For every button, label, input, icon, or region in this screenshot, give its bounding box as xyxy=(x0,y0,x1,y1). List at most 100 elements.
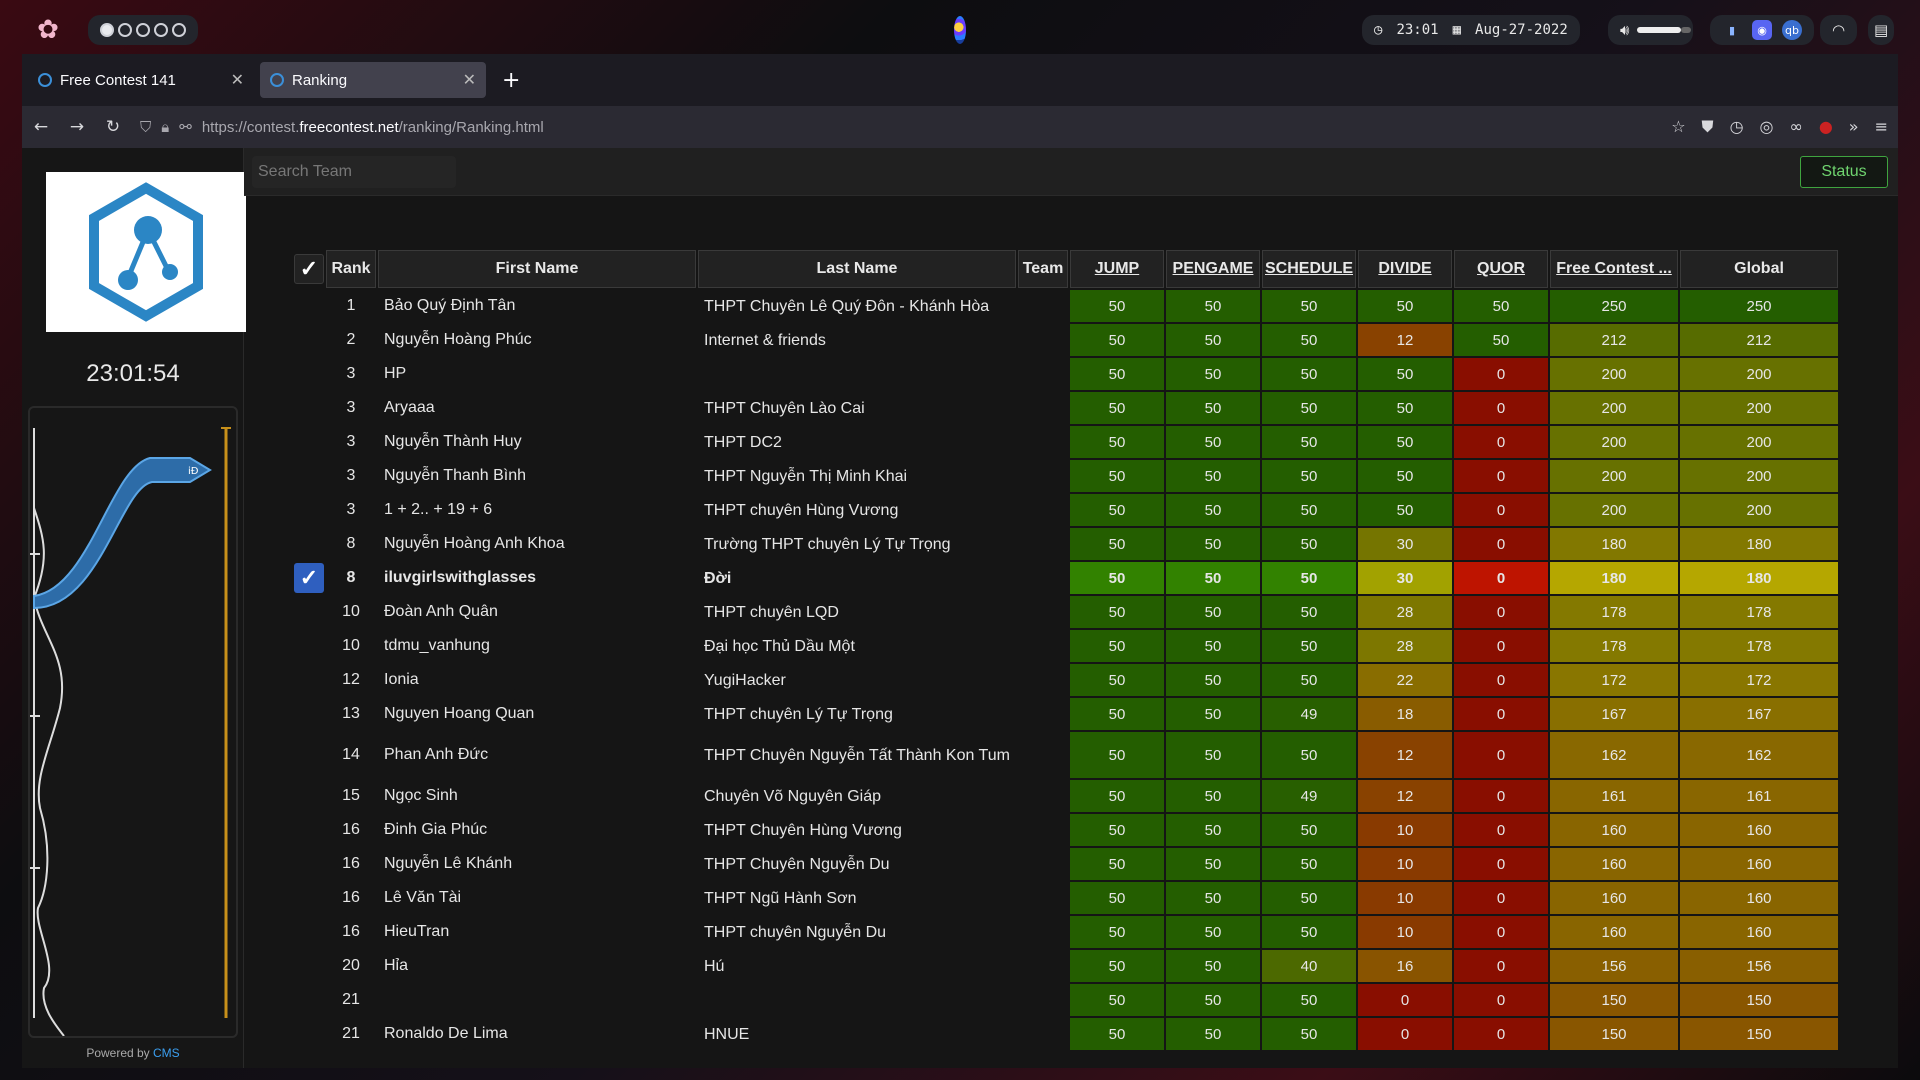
reload-icon[interactable]: ↻ xyxy=(104,117,122,137)
table-row[interactable]: 13 Nguyen Hoang Quan THPT chuyên Lý Tự Trọ… xyxy=(294,698,1839,730)
task-header-quor[interactable]: QUOR xyxy=(1454,250,1549,288)
table-row[interactable]: ✓ 8 iluvgirlswithglasses Đời 50 50 50 30 0 180 180 xyxy=(294,562,1839,594)
table-row[interactable]: 20 Hỉa Hú 50 50 40 16 0 156 156 xyxy=(294,950,1839,982)
lock-icon[interactable]: 🔒︎ xyxy=(161,119,169,136)
row-checkbox[interactable] xyxy=(294,460,324,492)
workspace-dot-1[interactable] xyxy=(100,23,114,37)
row-checkbox[interactable] xyxy=(294,664,324,696)
new-tab-button[interactable]: + xyxy=(492,68,530,93)
wifi-icon[interactable]: ◠ xyxy=(1820,15,1858,45)
volume-widget[interactable]: 🔊︎ xyxy=(1608,15,1694,45)
table-row[interactable]: 16 HieuTran THPT chuyên Nguyễn Du 50 50 50 10 0… xyxy=(294,916,1839,948)
cms-link[interactable]: CMS xyxy=(153,1046,180,1060)
score-cell-divide: 30 xyxy=(1358,528,1453,560)
search-team-input[interactable] xyxy=(252,156,456,188)
pocket-icon[interactable]: ⛊ xyxy=(1702,117,1714,137)
table-row[interactable]: 3 1 + 2.. + 19 + 6 THPT chuyên Hùng Vương 5… xyxy=(294,494,1839,526)
row-checkbox[interactable] xyxy=(294,358,324,390)
row-checkbox[interactable] xyxy=(294,984,324,1016)
row-checkbox[interactable] xyxy=(294,848,324,880)
last-name-header[interactable]: Last Name xyxy=(698,250,1016,288)
contest-header[interactable]: Free Contest ... xyxy=(1550,250,1679,288)
row-checkbox[interactable] xyxy=(294,324,324,356)
score-cell-quor: 0 xyxy=(1454,984,1549,1016)
table-row[interactable]: 14 Phan Anh Đức THPT Chuyên Nguyễn Tất Thà… xyxy=(294,732,1839,778)
forward-icon[interactable]: → xyxy=(68,117,86,137)
select-all-checkbox[interactable]: ✓ xyxy=(294,254,324,284)
row-checkbox[interactable] xyxy=(294,950,324,982)
row-checkbox[interactable] xyxy=(294,780,324,812)
bookmark-star-icon[interactable]: ☆ xyxy=(1671,117,1685,137)
table-row[interactable]: 10 tdmu_vanhung Đại học Thủ Dầu Một 50 50 50 2… xyxy=(294,630,1839,662)
table-row[interactable]: 2 Nguyễn Hoàng Phúc Internet & friends 50 50… xyxy=(294,324,1839,356)
row-checkbox[interactable]: ✓ xyxy=(294,563,324,593)
task-header-jump[interactable]: JUMP xyxy=(1070,250,1164,288)
row-checkbox[interactable] xyxy=(294,392,324,424)
table-row[interactable]: 8 Nguyễn Hoàng Anh Khoa Trường THPT chuyên… xyxy=(294,528,1839,560)
qbittorrent-icon[interactable]: qb xyxy=(1782,20,1802,40)
shield-icon[interactable]: ⛉ xyxy=(140,119,151,136)
task-header-schedule[interactable]: SCHEDULE xyxy=(1262,250,1357,288)
row-checkbox[interactable] xyxy=(294,596,324,628)
row-checkbox[interactable] xyxy=(294,528,324,560)
app-launcher-icon[interactable]: ✿ xyxy=(22,15,74,45)
task-header-pengame[interactable]: PENGAME xyxy=(1166,250,1260,288)
workspace-switcher[interactable] xyxy=(88,15,198,45)
close-tab-icon[interactable]: ✕ xyxy=(231,70,244,90)
history-icon[interactable]: ◷ xyxy=(1730,117,1744,137)
ublock-icon[interactable]: ● xyxy=(1819,117,1833,137)
table-row[interactable]: 12 Ionia YugiHacker 50 50 50 22 0 172 172 xyxy=(294,664,1839,696)
table-row[interactable]: 16 Nguyễn Lê Khánh THPT Chuyên Nguyễn Du 50… xyxy=(294,848,1839,880)
mask-icon[interactable]: ∞ xyxy=(1790,117,1803,137)
row-checkbox[interactable] xyxy=(294,1018,324,1050)
menu-icon[interactable]: ≡ xyxy=(1875,117,1888,137)
row-checkbox[interactable] xyxy=(294,882,324,914)
workspace-dot-2[interactable] xyxy=(118,23,132,37)
row-checkbox[interactable] xyxy=(294,732,324,778)
table-row[interactable]: 21 50 50 50 0 0 150 150 xyxy=(294,984,1839,1016)
task-header-divide[interactable]: DIVIDE xyxy=(1358,250,1453,288)
row-checkbox[interactable] xyxy=(294,494,324,526)
table-row[interactable]: 1 Bảo Quý Định Tân THPT Chuyên Lê Quý Đôn … xyxy=(294,290,1839,322)
first-name-header[interactable]: First Name xyxy=(378,250,696,288)
workspace-dot-4[interactable] xyxy=(154,23,168,37)
contest-score-cell: 150 xyxy=(1550,1018,1679,1050)
table-row[interactable]: 3 Aryaaa THPT Chuyên Lào Cai 50 50 50 50 0 200 20… xyxy=(294,392,1839,424)
url-bar[interactable]: ⛉ 🔒︎ ⚯ https://contest.freecontest.net/r… xyxy=(140,118,544,137)
close-tab-icon[interactable]: ✕ xyxy=(463,70,476,90)
table-row[interactable]: 3 Nguyễn Thành Huy THPT DC2 50 50 50 50 0 200 200 xyxy=(294,426,1839,458)
permissions-icon[interactable]: ⚯ xyxy=(179,118,192,136)
clock-widget[interactable]: ◷ 23:01 ▦ Aug-27-2022 xyxy=(1362,15,1580,45)
global-header[interactable]: Global xyxy=(1680,250,1839,288)
table-row[interactable]: 21 Ronaldo De Lima HNUE 50 50 50 0 0 150 150 xyxy=(294,1018,1839,1050)
score-cell-jump: 50 xyxy=(1070,358,1164,390)
row-checkbox[interactable] xyxy=(294,630,324,662)
table-row[interactable]: 16 Đinh Gia Phúc THPT Chuyên Hùng Vương 50 5… xyxy=(294,814,1839,846)
table-row[interactable]: 15 Ngọc Sinh Chuyên Võ Nguyên Giáp 50 50 49 12… xyxy=(294,780,1839,812)
extension-icon[interactable]: ◎ xyxy=(1760,117,1774,137)
table-row[interactable]: 16 Lê Văn Tài THPT Ngũ Hành Sơn 50 50 50 10 0 16… xyxy=(294,882,1839,914)
table-row[interactable]: 10 Đoàn Anh Quân THPT chuyên LQD 50 50 50 28 0 1… xyxy=(294,596,1839,628)
row-checkbox[interactable] xyxy=(294,290,324,322)
firefox-icon[interactable] xyxy=(942,14,978,46)
layout-icon[interactable]: ▤ xyxy=(1868,15,1895,45)
url-text[interactable]: https://contest.freecontest.net/ranking/… xyxy=(202,119,544,136)
table-row[interactable]: 3 HP 50 50 50 50 0 200 200 xyxy=(294,358,1839,390)
discord-icon[interactable]: ◉ xyxy=(1752,20,1772,40)
row-checkbox[interactable] xyxy=(294,814,324,846)
table-row[interactable]: 3 Nguyễn Thanh Bình THPT Nguyễn Thị Minh K… xyxy=(294,460,1839,492)
row-checkbox[interactable] xyxy=(294,426,324,458)
row-checkbox[interactable] xyxy=(294,916,324,948)
workspace-dot-5[interactable] xyxy=(172,23,186,37)
rank-header[interactable]: Rank xyxy=(326,250,376,288)
workspace-dot-3[interactable] xyxy=(136,23,150,37)
network-activity-icon[interactable]: ▮ xyxy=(1722,20,1742,40)
overflow-chevron-icon[interactable]: » xyxy=(1849,117,1859,137)
team-header[interactable]: Team xyxy=(1018,250,1068,288)
status-button[interactable]: Status xyxy=(1800,156,1888,188)
back-icon[interactable]: ← xyxy=(32,117,50,137)
row-checkbox[interactable] xyxy=(294,698,324,730)
tab-free-contest[interactable]: Free Contest 141 ✕ xyxy=(28,62,254,98)
tab-ranking[interactable]: Ranking ✕ xyxy=(260,62,486,98)
volume-slider[interactable] xyxy=(1637,27,1692,33)
